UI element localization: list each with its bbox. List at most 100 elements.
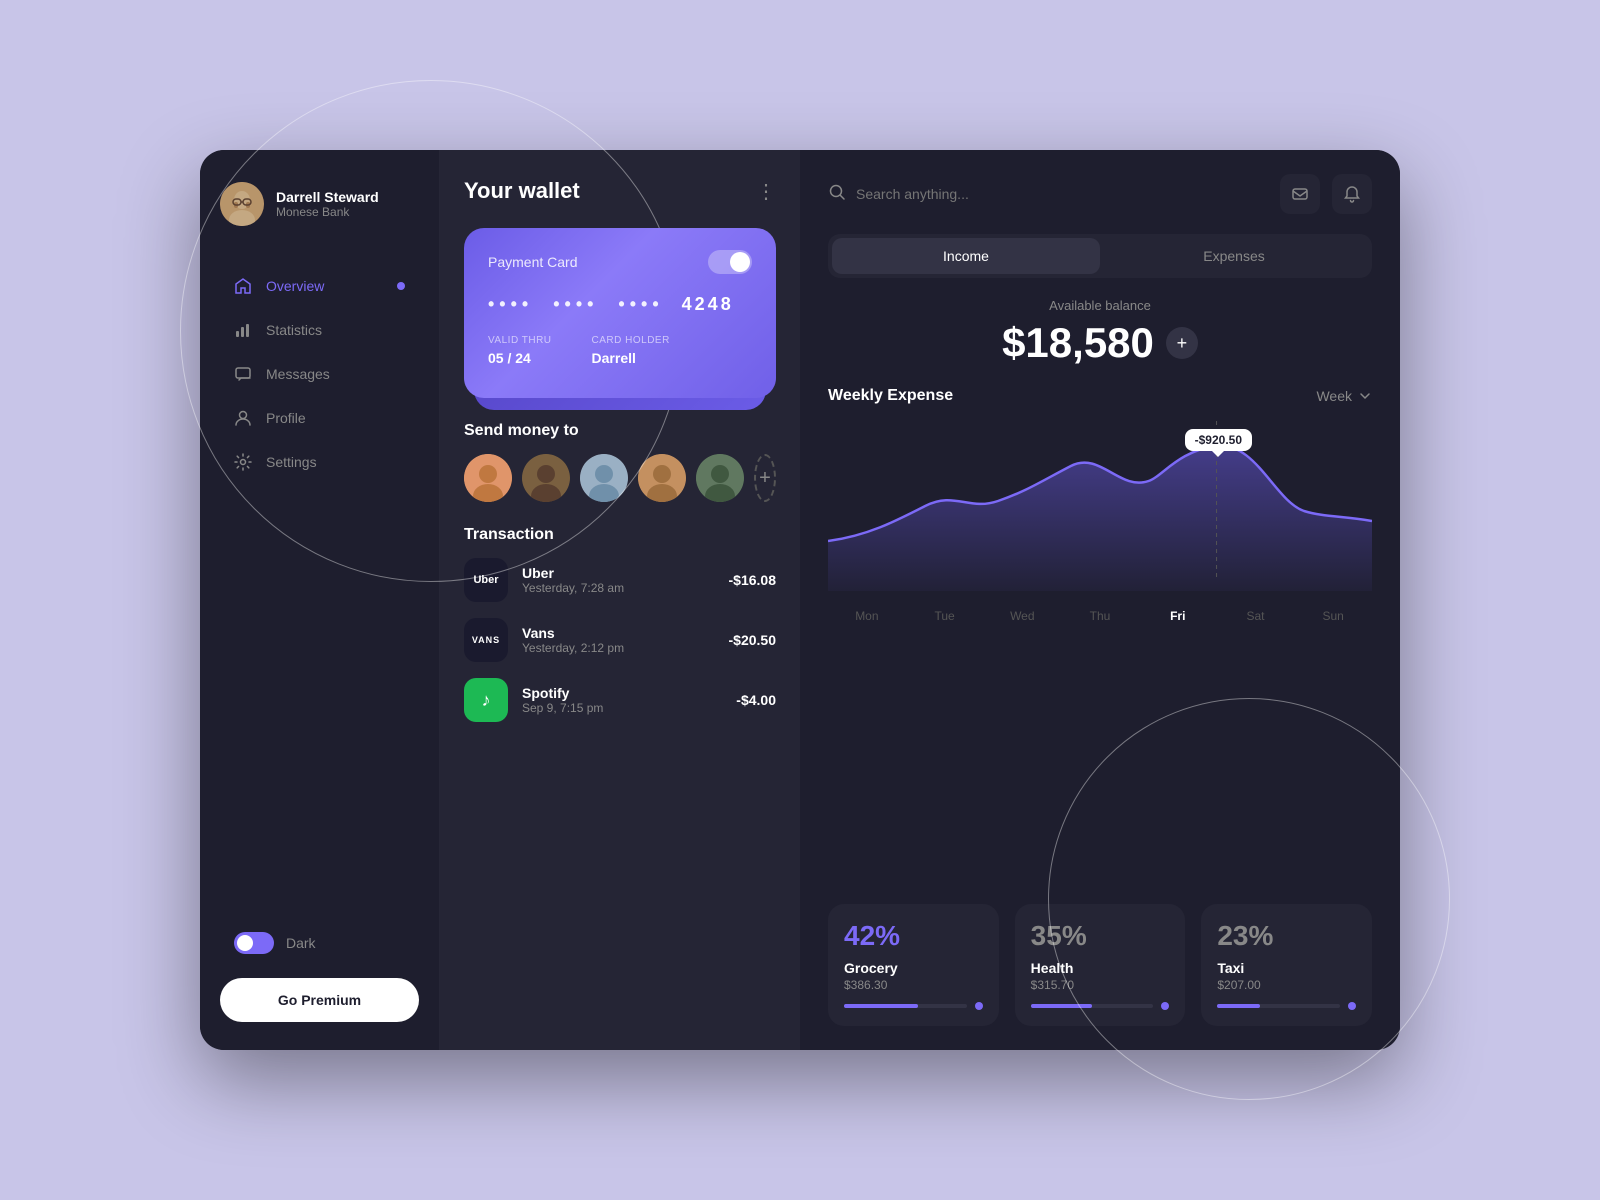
card-dots: •••• •••• •••• (488, 294, 674, 314)
chart-svg (828, 421, 1372, 591)
avatar (220, 182, 264, 226)
valid-thru-label: VALID THRU (488, 335, 552, 346)
spotify-amount: -$4.00 (736, 692, 776, 708)
taxi-percentage: 23% (1217, 920, 1356, 952)
search-container (828, 175, 1264, 214)
contact-avatar-1[interactable] (464, 454, 512, 502)
card-holder: CARD HOLDER Darrell (592, 335, 670, 366)
sidebar-item-messages[interactable]: Messages (220, 354, 419, 394)
health-bar-dot (1161, 1002, 1169, 1010)
contact-avatar-5[interactable] (696, 454, 744, 502)
grocery-bar-fill (844, 1004, 918, 1008)
contact-avatar-2[interactable] (522, 454, 570, 502)
grocery-bar-bg (844, 1004, 967, 1008)
settings-icon (234, 453, 252, 471)
dark-mode-toggle[interactable]: Dark (220, 924, 419, 962)
mail-button[interactable] (1280, 174, 1320, 214)
sidebar-item-profile[interactable]: Profile (220, 398, 419, 438)
balance-add-button[interactable]: + (1166, 327, 1198, 359)
user-info: Darrell Steward Monese Bank (276, 189, 379, 219)
uber-date: Yesterday, 7:28 am (522, 581, 715, 595)
card-number: •••• •••• •••• 4248 (488, 294, 752, 315)
health-percentage: 35% (1031, 920, 1170, 952)
card-details: VALID THRU 05 / 24 CARD HOLDER Darrell (488, 335, 752, 366)
chart-day-mon: Mon (828, 609, 906, 623)
balance-amount-row: $18,580 + (828, 319, 1372, 367)
payment-card: Payment Card •••• •••• •••• 4248 VALID T… (464, 228, 776, 398)
stat-card-taxi: 23% Taxi $207.00 (1201, 904, 1372, 1026)
transaction-item-uber: Uber Uber Yesterday, 7:28 am -$16.08 (464, 558, 776, 602)
home-icon (234, 277, 252, 295)
send-money-section: Send money to (464, 422, 776, 502)
vans-amount: -$20.50 (729, 632, 776, 648)
chart-tooltip: -$920.50 (1185, 429, 1252, 451)
income-tab[interactable]: Income (832, 238, 1100, 274)
card-top: Payment Card (488, 250, 752, 274)
contact-avatar-4[interactable] (638, 454, 686, 502)
week-label: Week (1316, 388, 1352, 404)
valid-thru-value: 05 / 24 (488, 350, 552, 366)
dark-label: Dark (286, 935, 316, 951)
statistics-icon (234, 321, 252, 339)
stat-card-grocery: 42% Grocery $386.30 (828, 904, 999, 1026)
grocery-percentage: 42% (844, 920, 983, 952)
search-icon (828, 183, 846, 206)
top-bar (828, 174, 1372, 214)
health-bar (1031, 1002, 1170, 1010)
uber-name: Uber (522, 565, 715, 581)
uber-icon: Uber (464, 558, 508, 602)
health-name: Health (1031, 960, 1170, 976)
nav-menu: Overview Statistics (220, 266, 419, 924)
sidebar-item-statistics[interactable]: Statistics (220, 310, 419, 350)
vans-info: Vans Yesterday, 2:12 pm (522, 625, 715, 655)
vans-date: Yesterday, 2:12 pm (522, 641, 715, 655)
sidebar-label-profile: Profile (266, 410, 306, 426)
taxi-amount: $207.00 (1217, 978, 1356, 992)
taxi-bar-fill (1217, 1004, 1260, 1008)
contact-avatar-3[interactable] (580, 454, 628, 502)
chart-day-sat: Sat (1217, 609, 1295, 623)
go-premium-button[interactable]: Go Premium (220, 978, 419, 1022)
sidebar-label-settings: Settings (266, 454, 317, 470)
stat-card-health: 35% Health $315.70 (1015, 904, 1186, 1026)
spotify-name: Spotify (522, 685, 722, 701)
right-panel: Income Expenses Available balance $18,58… (800, 150, 1400, 1050)
grocery-name: Grocery (844, 960, 983, 976)
vans-icon: VANS (464, 618, 508, 662)
chart-day-wed: Wed (983, 609, 1061, 623)
health-amount: $315.70 (1031, 978, 1170, 992)
chart-header: Weekly Expense Week (828, 387, 1372, 405)
sidebar-item-settings[interactable]: Settings (220, 442, 419, 482)
balance-label: Available balance (828, 298, 1372, 313)
search-input[interactable] (856, 186, 1264, 202)
expenses-tab[interactable]: Expenses (1100, 238, 1368, 274)
balance-display: Available balance $18,580 + (828, 298, 1372, 367)
health-bar-fill (1031, 1004, 1092, 1008)
uber-info: Uber Yesterday, 7:28 am (522, 565, 715, 595)
send-money-title: Send money to (464, 422, 776, 440)
toggle-switch[interactable] (234, 932, 274, 954)
chart-section: Weekly Expense Week -$920.50 (828, 387, 1372, 884)
transaction-item-vans: VANS Vans Yesterday, 2:12 pm -$20.50 (464, 618, 776, 662)
transaction-item-spotify: ♪ Spotify Sep 9, 7:15 pm -$4.00 (464, 678, 776, 722)
taxi-name: Taxi (1217, 960, 1356, 976)
sidebar-label-overview: Overview (266, 278, 324, 294)
card-wrapper: Payment Card •••• •••• •••• 4248 VALID T… (464, 228, 776, 398)
notification-button[interactable] (1332, 174, 1372, 214)
grocery-bar (844, 1002, 983, 1010)
app-container: Darrell Steward Monese Bank Overview (200, 150, 1400, 1050)
card-toggle[interactable] (708, 250, 752, 274)
spotify-info: Spotify Sep 9, 7:15 pm (522, 685, 722, 715)
wallet-header: Your wallet ⋮ (464, 178, 776, 204)
transactions-title: Transaction (464, 526, 776, 544)
grocery-bar-dot (975, 1002, 983, 1010)
user-profile: Darrell Steward Monese Bank (220, 182, 419, 226)
stats-row: 42% Grocery $386.30 35% Health $315.70 (828, 904, 1372, 1026)
card-label: Payment Card (488, 254, 577, 270)
week-selector[interactable]: Week (1316, 388, 1372, 404)
health-bar-bg (1031, 1004, 1154, 1008)
sidebar-item-overview[interactable]: Overview (220, 266, 419, 306)
chart-day-tue: Tue (906, 609, 984, 623)
wallet-menu-dots[interactable]: ⋮ (756, 179, 776, 204)
add-contact-button[interactable]: + (754, 454, 776, 502)
